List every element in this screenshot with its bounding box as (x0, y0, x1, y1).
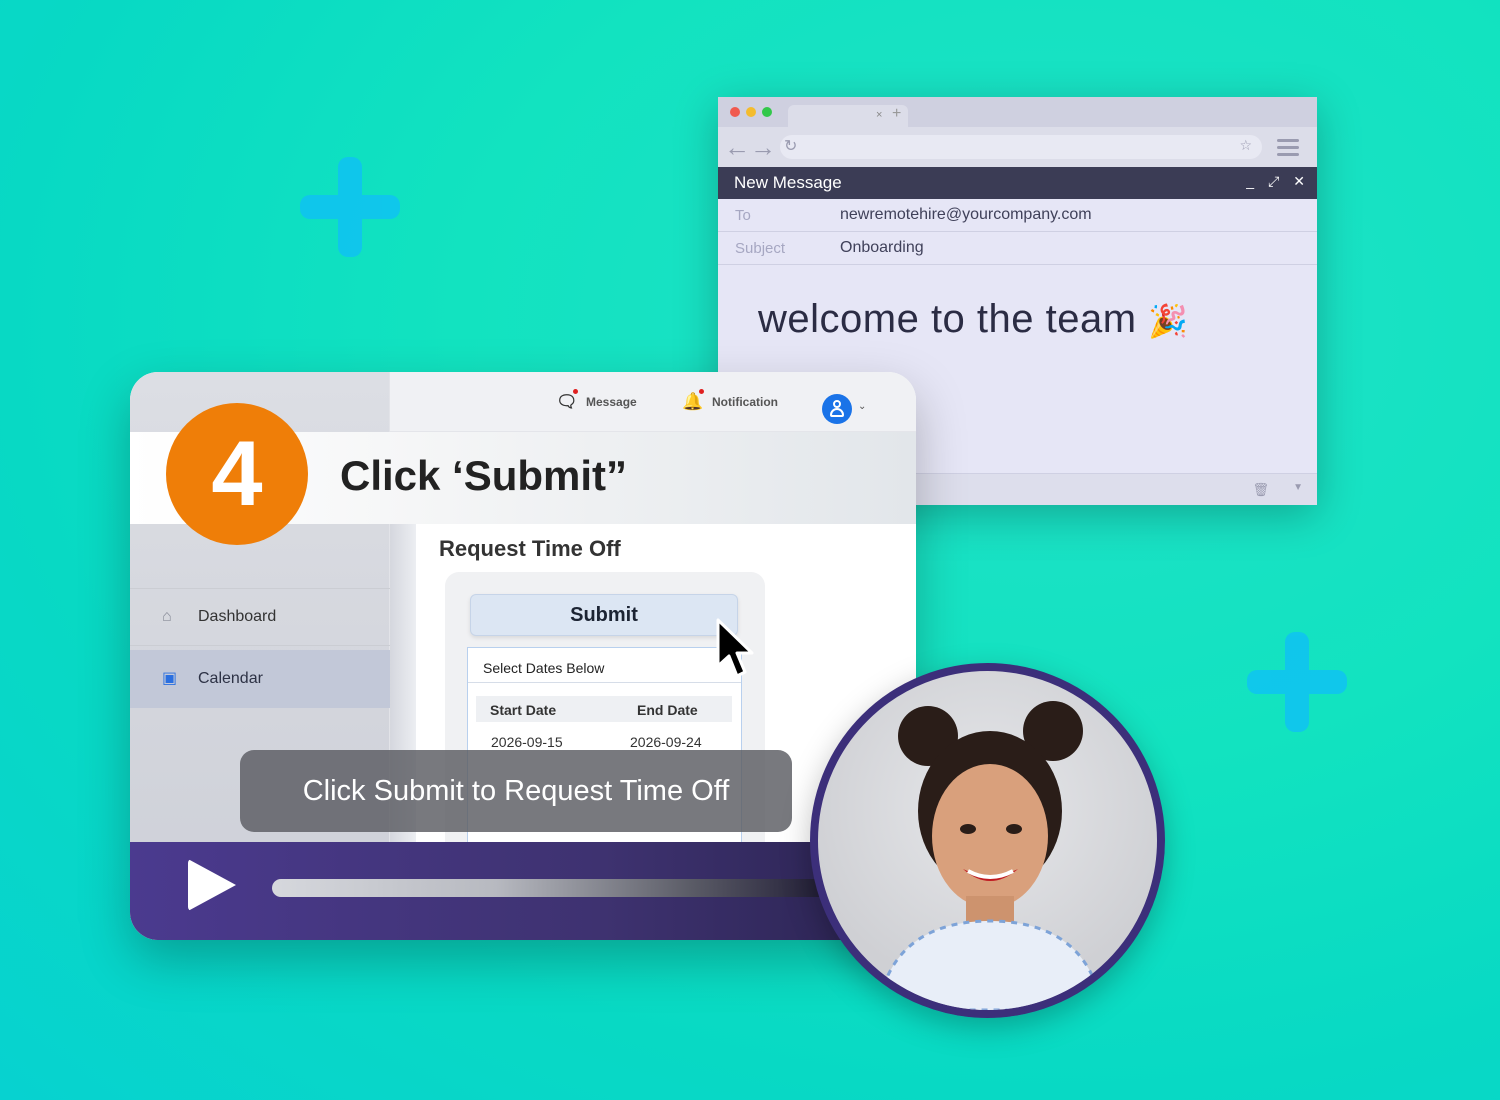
presenter-avatar (810, 663, 1165, 1018)
email-body[interactable]: welcome to the team 🎉 (758, 297, 1189, 342)
email-body-text: welcome to the team (758, 297, 1137, 341)
page-title: Request Time Off (439, 536, 621, 561)
forward-arrow-icon[interactable]: → (750, 134, 776, 160)
start-date-value[interactable]: 2026-09-15 (491, 734, 563, 750)
end-date-value[interactable]: 2026-09-24 (630, 734, 702, 750)
mouse-cursor-icon (716, 618, 754, 678)
sidebar-item-label: Dashboard (198, 608, 277, 625)
plus-decoration-icon (300, 157, 400, 257)
plus-decoration-icon (1247, 632, 1347, 732)
chevron-down-icon[interactable]: ⌄ (858, 401, 866, 412)
notification-nav-item[interactable]: 🔔 Notification (682, 389, 778, 412)
trash-icon[interactable]: 🗑 (1252, 482, 1269, 498)
video-player-bar (130, 842, 916, 940)
presenter-photo (876, 701, 1104, 1010)
step-title: Click ‘Submit” (340, 452, 628, 499)
close-icon[interactable]: ✕ (1293, 173, 1305, 190)
close-tab-icon[interactable]: × (876, 109, 882, 121)
divider (468, 682, 741, 683)
expand-icon[interactable]: ⤢ (1268, 173, 1279, 190)
submit-button[interactable]: Submit (470, 594, 738, 636)
subject-field[interactable]: Onboarding (840, 239, 924, 257)
dates-title: Select Dates Below (483, 660, 605, 676)
play-icon[interactable] (188, 859, 236, 911)
message-nav-item[interactable]: 🗨 Message (556, 389, 637, 412)
unread-dot (699, 389, 704, 394)
close-window-dot-icon[interactable] (730, 107, 740, 117)
video-caption: Click Submit to Request Time Off (240, 750, 792, 832)
minimize-window-dot-icon[interactable] (746, 107, 756, 117)
nav-bar: ← → ↻ ☆ (718, 127, 1317, 167)
user-avatar-icon (833, 400, 841, 408)
message-nav-label: Message (586, 395, 637, 409)
maximize-window-dot-icon[interactable] (762, 107, 772, 117)
message-icon: 🗨 (556, 389, 578, 412)
to-field[interactable]: newremotehire@yourcompany.com (840, 206, 1092, 224)
address-bar[interactable]: ↻ ☆ (780, 135, 1262, 159)
window-controls (730, 107, 772, 117)
bookmark-star-icon[interactable]: ☆ (1239, 137, 1252, 154)
message-title: New Message (734, 173, 842, 192)
step-number-badge: 4 (166, 403, 308, 545)
home-icon: ⌂ (162, 608, 172, 625)
bell-icon: 🔔 (682, 389, 704, 412)
subject-label: Subject (735, 239, 786, 257)
unread-dot (573, 389, 578, 394)
sidebar-item-label: Calendar (198, 670, 263, 687)
reload-icon[interactable]: ↻ (784, 136, 797, 156)
video-progress-bar[interactable] (272, 879, 832, 897)
to-label: To (735, 206, 751, 224)
start-date-header: Start Date (490, 702, 557, 718)
back-arrow-icon[interactable]: ← (724, 134, 750, 160)
notification-nav-label: Notification (712, 395, 778, 409)
new-tab-icon[interactable]: + (892, 105, 901, 123)
message-header: New Message _ ⤢ ✕ (718, 167, 1317, 199)
hamburger-menu-icon[interactable] (1277, 139, 1299, 160)
to-field-row[interactable]: To newremotehire@yourcompany.com (718, 199, 1317, 232)
sidebar-item-dashboard[interactable]: ⌂ Dashboard (130, 588, 390, 646)
tab-bar: × + (718, 97, 1317, 127)
calendar-icon: ▣ (162, 670, 178, 687)
party-popper-icon: 🎉 (1148, 303, 1189, 339)
message-controls: _ ⤢ ✕ (1246, 173, 1305, 190)
more-options-caret-icon[interactable]: ▼ (1293, 482, 1303, 493)
end-date-header: End Date (637, 702, 698, 718)
subject-field-row[interactable]: Subject Onboarding (718, 232, 1317, 265)
user-avatar-body (830, 408, 844, 417)
sidebar-item-calendar[interactable]: ▣ Calendar (130, 650, 390, 708)
minimize-icon[interactable]: _ (1246, 173, 1254, 190)
browser-tab[interactable] (788, 105, 908, 127)
dates-table-header: Start Date End Date (476, 696, 732, 722)
user-avatar[interactable] (822, 394, 852, 424)
